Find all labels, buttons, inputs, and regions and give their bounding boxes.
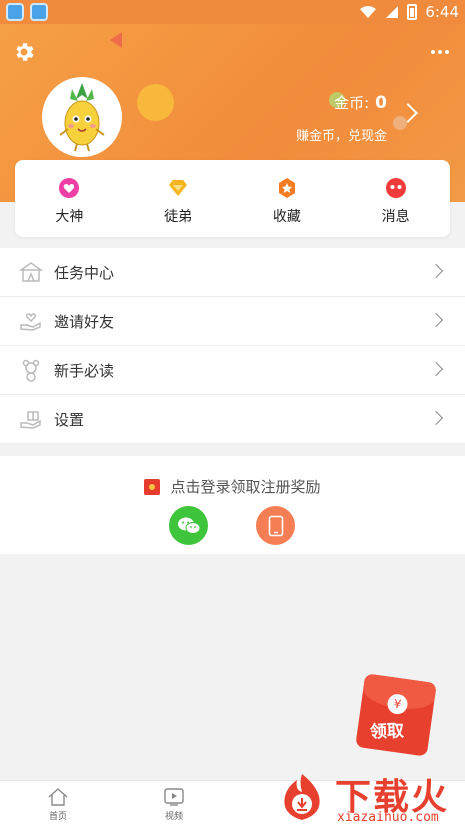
menu-item-beginner-guide[interactable]: 新手必读 xyxy=(0,346,465,395)
nav-home[interactable]: 首页 xyxy=(38,787,78,822)
status-time: 6:44 xyxy=(425,3,459,21)
more-icon[interactable] xyxy=(431,50,449,54)
watermark-url: xiazaihuo.com xyxy=(337,810,439,825)
watermark: 下载火 xiazaihuo.com xyxy=(275,766,465,828)
nav-video-label: 视频 xyxy=(164,812,183,822)
decor-triangle xyxy=(110,32,122,48)
avatar[interactable] xyxy=(42,77,122,157)
menu-item-label: 设置 xyxy=(54,410,85,429)
gift-hand-icon xyxy=(18,406,44,432)
quick-item-label: 大神 xyxy=(55,209,84,225)
red-envelope-claim-button[interactable]: ¥ 领取 xyxy=(355,673,437,757)
menu-item-invite-friends[interactable]: 邀请好友 xyxy=(0,297,465,346)
coins-label: 金币: xyxy=(334,94,370,112)
menu-item-label: 任务中心 xyxy=(54,263,115,282)
pineapple-mascot-icon xyxy=(59,83,105,152)
menu-item-settings[interactable]: 设置 xyxy=(0,395,465,444)
diamond-icon xyxy=(167,177,189,199)
quick-item-apprentices[interactable]: 徒弟 xyxy=(124,160,233,237)
teddy-bear-icon xyxy=(18,357,44,383)
heart-icon xyxy=(58,177,80,199)
gear-icon[interactable] xyxy=(12,40,36,64)
wifi-icon xyxy=(360,6,377,18)
chevron-right-icon xyxy=(428,263,444,279)
flame-logo-icon xyxy=(284,774,320,820)
phone-login-button[interactable] xyxy=(256,506,295,545)
menu-item-label: 新手必读 xyxy=(54,361,115,380)
quick-item-favorites[interactable]: 收藏 xyxy=(233,160,342,237)
nav-video[interactable]: 视频 xyxy=(154,787,194,822)
chevron-right-icon xyxy=(428,410,444,426)
quick-item-label: 消息 xyxy=(381,209,410,225)
menu-list: 任务中心 邀请好友 新手必读 设置 xyxy=(0,248,465,444)
message-icon xyxy=(385,177,407,199)
status-bar: 6:44 xyxy=(0,0,465,24)
menu-item-task-center[interactable]: 任务中心 xyxy=(0,248,465,297)
coin-balance[interactable]: 金币: 0 xyxy=(334,92,387,113)
nav-home-label: 首页 xyxy=(48,812,67,822)
app-notification-icon xyxy=(30,3,48,21)
quick-item-messages[interactable]: 消息 xyxy=(341,160,450,237)
app-notification-icon xyxy=(6,3,24,21)
menu-item-label: 邀请好友 xyxy=(54,312,115,331)
wechat-login-button[interactable] xyxy=(169,506,208,545)
envelope-label: 领取 xyxy=(369,721,405,743)
login-tip-text: 点击登录领取注册奖励 xyxy=(170,478,321,496)
coins-value: 0 xyxy=(375,93,387,113)
earn-cash-link[interactable]: 赚金币，兑现金 xyxy=(296,125,387,144)
star-icon xyxy=(276,177,298,199)
decor-circle xyxy=(137,84,174,121)
quick-item-masters[interactable]: 大神 xyxy=(15,160,124,237)
chevron-right-icon xyxy=(428,312,444,328)
chevron-right-icon xyxy=(428,361,444,377)
circus-tent-icon xyxy=(18,259,44,285)
home-icon xyxy=(48,788,68,806)
video-icon xyxy=(164,788,184,806)
login-tip[interactable]: 点击登录领取注册奖励 xyxy=(0,476,465,497)
quick-actions-card: 大神 徒弟 收藏 消息 xyxy=(15,160,450,237)
quick-item-label: 收藏 xyxy=(272,209,301,225)
hand-heart-icon xyxy=(18,308,44,334)
signal-icon xyxy=(386,6,399,18)
battery-icon xyxy=(407,4,418,20)
login-panel: 点击登录领取注册奖励 xyxy=(0,456,465,554)
quick-item-label: 徒弟 xyxy=(164,209,193,225)
red-packet-icon xyxy=(144,478,161,495)
wechat-icon xyxy=(177,517,200,534)
phone-icon xyxy=(268,515,283,536)
